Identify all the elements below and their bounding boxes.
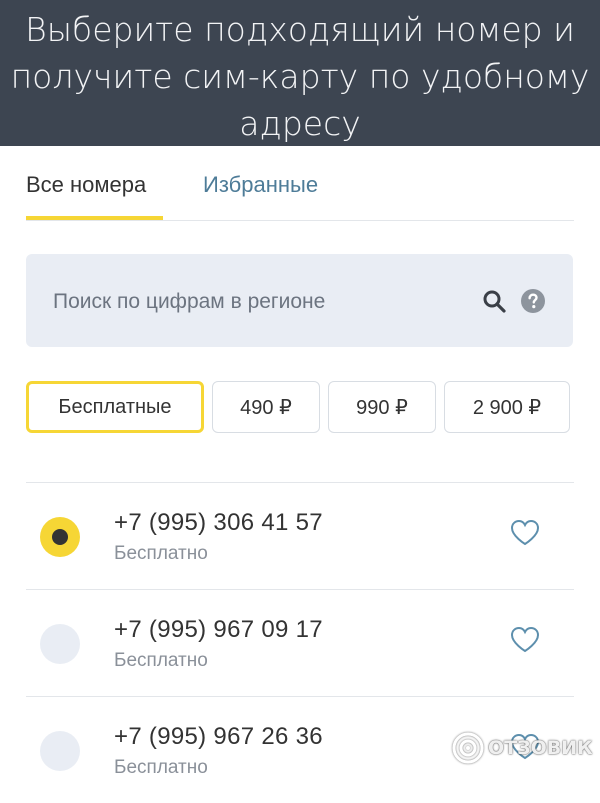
- radio-unselected[interactable]: [40, 731, 80, 771]
- price-filter-group: Бесплатные 490 ₽ 990 ₽ 2 900 ₽: [26, 381, 574, 435]
- help-icon[interactable]: [521, 289, 545, 313]
- otzovik-watermark: ОТЗОВИК: [452, 730, 593, 766]
- number-price: Бесплатно: [114, 543, 208, 564]
- active-tab-indicator: [26, 216, 163, 220]
- phone-number: +7 (995) 967 26 36: [114, 723, 323, 750]
- radio-dot: [52, 529, 68, 545]
- phone-number: +7 (995) 306 41 57: [114, 509, 323, 536]
- promo-banner: Выберите подходящий номер и получите сим…: [0, 0, 600, 146]
- watermark-text: ОТЗОВИК: [488, 737, 593, 759]
- number-price: Бесплатно: [114, 757, 208, 778]
- number-row[interactable]: +7 (995) 306 41 57 Бесплатно: [26, 482, 574, 589]
- search-box: [26, 254, 573, 349]
- radio-selected[interactable]: [40, 517, 80, 557]
- favorite-heart-icon[interactable]: [510, 626, 540, 654]
- favorite-heart-icon[interactable]: [510, 519, 540, 547]
- phone-number: +7 (995) 967 09 17: [114, 616, 323, 643]
- radio-unselected[interactable]: [40, 624, 80, 664]
- search-input[interactable]: [26, 254, 495, 349]
- banner-line-3: адресу: [239, 104, 361, 143]
- tab-favorites[interactable]: Избранные: [203, 172, 318, 198]
- filter-990[interactable]: 990 ₽: [328, 381, 436, 433]
- otzovik-logo-icon: [452, 732, 484, 764]
- filter-free[interactable]: Бесплатные: [26, 381, 204, 433]
- number-tabs: Все номера Избранные: [26, 160, 574, 221]
- search-icon[interactable]: [482, 289, 506, 313]
- number-row[interactable]: +7 (995) 967 09 17 Бесплатно: [26, 589, 574, 696]
- filter-2900[interactable]: 2 900 ₽: [444, 381, 570, 433]
- filter-490[interactable]: 490 ₽: [212, 381, 320, 433]
- banner-line-2: получите сим-карту по удобному: [10, 57, 590, 96]
- tab-all-numbers[interactable]: Все номера: [26, 172, 146, 198]
- banner-line-1: Выберите подходящий номер и: [25, 10, 575, 49]
- number-price: Бесплатно: [114, 650, 208, 671]
